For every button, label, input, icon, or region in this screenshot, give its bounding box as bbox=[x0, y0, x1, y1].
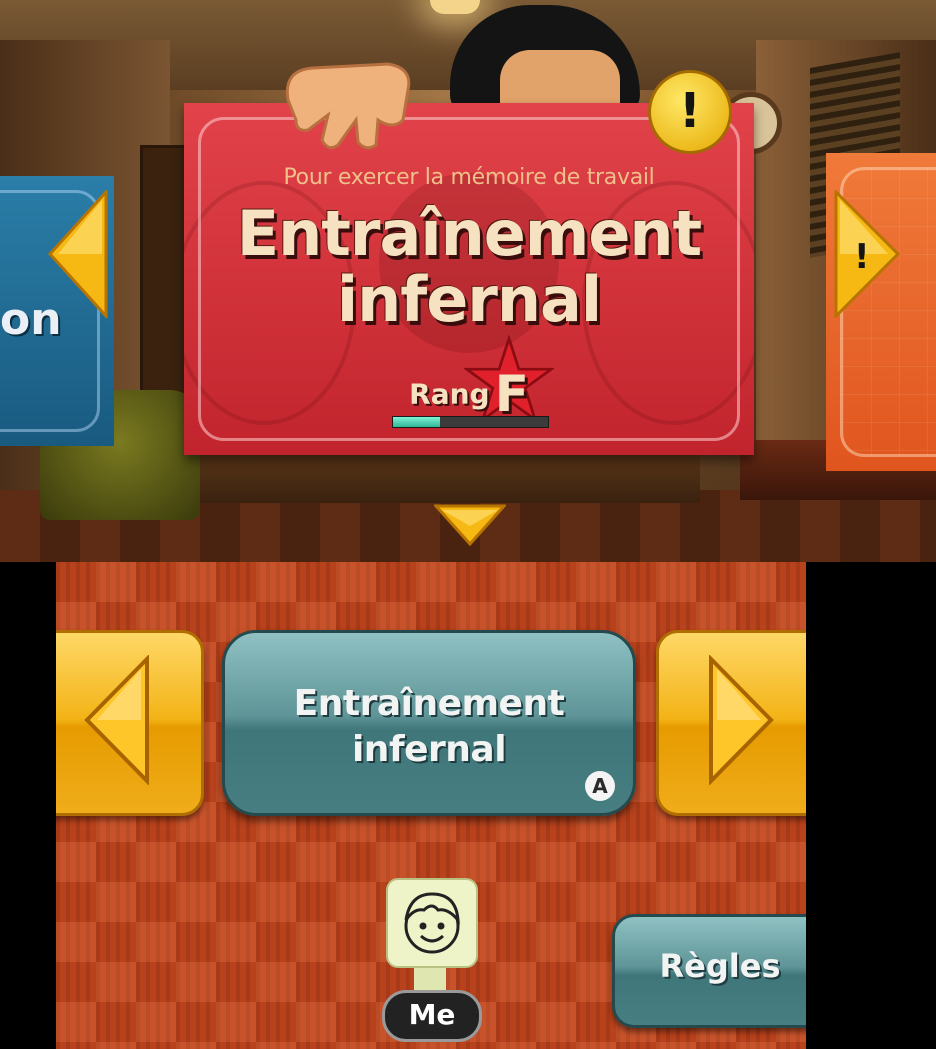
rank-value: F bbox=[494, 365, 529, 423]
smiley-face-icon bbox=[404, 892, 460, 954]
rules-button[interactable]: Règles bbox=[612, 914, 806, 1028]
bottom-screen: Entraînement infernal A Me Règles bbox=[56, 562, 806, 1049]
alert-badge-icon: ! bbox=[648, 70, 732, 154]
next-button[interactable] bbox=[656, 630, 806, 816]
start-training-label-line2: infernal bbox=[351, 729, 507, 770]
mode-card-main[interactable]: Pour exercer la mémoire de travail Entra… bbox=[184, 103, 754, 455]
a-button-icon: A bbox=[585, 771, 615, 801]
start-training-label: Entraînement infernal bbox=[225, 681, 633, 773]
arrow-right-alert-icon: ! bbox=[834, 190, 901, 318]
alert-mark: ! bbox=[854, 237, 870, 277]
card-title-line2: infernal bbox=[336, 263, 602, 336]
triangle-left-icon bbox=[84, 655, 149, 785]
ceiling-light bbox=[430, 0, 480, 14]
arrow-down-icon[interactable] bbox=[434, 504, 506, 546]
rank-progress-fill bbox=[393, 417, 440, 427]
start-training-button[interactable]: Entraînement infernal A bbox=[222, 630, 636, 816]
profile-button[interactable]: Me bbox=[380, 878, 482, 1048]
card-title: Entraînement infernal bbox=[184, 201, 754, 333]
rank-label: Rang bbox=[409, 377, 490, 411]
triangle-right-icon bbox=[709, 655, 774, 785]
previous-button[interactable] bbox=[56, 630, 204, 816]
card-title-line1: Entraînement bbox=[236, 197, 702, 270]
rank-row: Rang F bbox=[184, 365, 754, 423]
card-subtitle: Pour exercer la mémoire de travail bbox=[283, 165, 655, 190]
avatar bbox=[386, 878, 478, 968]
sideboard bbox=[200, 450, 700, 503]
top-screen: on ! Pour exercer la mémoire de travail … bbox=[0, 0, 936, 562]
arrow-left-icon bbox=[47, 190, 108, 318]
profile-label: Me bbox=[382, 990, 482, 1042]
start-training-label-line1: Entraînement bbox=[293, 683, 565, 724]
character-hand bbox=[285, 62, 411, 150]
rank-progress-bar bbox=[392, 416, 549, 428]
rules-label: Règles bbox=[659, 947, 781, 985]
